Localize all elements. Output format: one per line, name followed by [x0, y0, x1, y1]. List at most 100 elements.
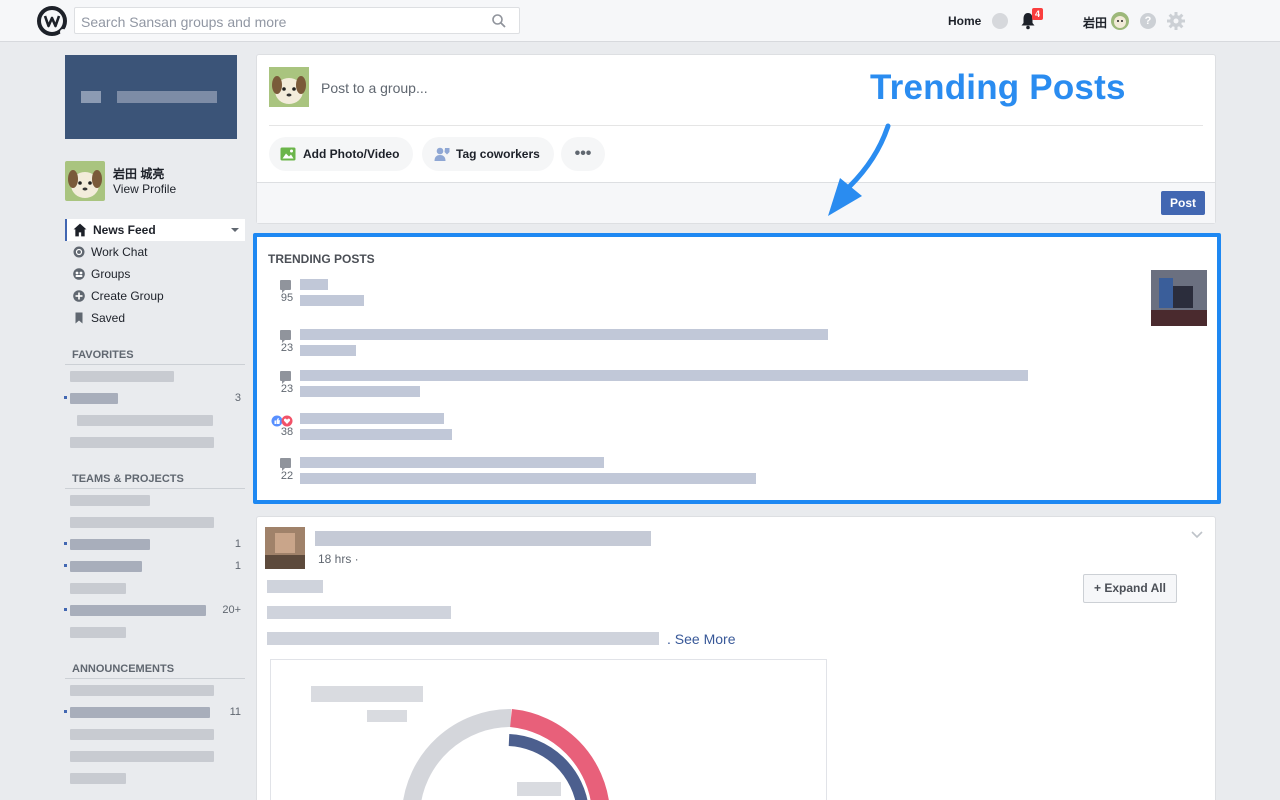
search-bar[interactable]: Search Sansan groups and more — [74, 7, 520, 34]
view-profile-link[interactable]: View Profile — [113, 182, 176, 196]
sidebar-item-label: Saved — [91, 311, 126, 325]
profile-summary[interactable]: 岩田 城亮 View Profile — [65, 161, 245, 207]
list-item[interactable] — [65, 365, 245, 387]
gear-icon[interactable] — [1167, 12, 1185, 30]
post-title-link[interactable] — [315, 531, 651, 546]
annotation-arrow-icon — [828, 123, 891, 216]
list-item[interactable]: 1 — [64, 533, 245, 555]
left-sidebar: 岩田 城亮 View Profile News Feed Work Chat G… — [64, 55, 245, 789]
comment-icon — [280, 280, 291, 293]
list-item[interactable] — [65, 723, 245, 745]
sidebar-item-work-chat[interactable]: Work Chat — [65, 241, 245, 263]
chat-icon[interactable] — [992, 13, 1008, 29]
reaction-count: 38 — [280, 426, 294, 438]
comment-icon — [280, 371, 291, 384]
list-item[interactable] — [65, 431, 245, 453]
list-item[interactable] — [65, 767, 245, 789]
chevron-down-icon[interactable] — [231, 228, 239, 232]
list-item[interactable]: 3 — [64, 387, 245, 409]
comment-icon — [280, 330, 291, 343]
annotation-label: Trending Posts — [870, 68, 1126, 107]
list-item[interactable]: 20+ — [64, 599, 245, 621]
list-item[interactable]: 11 — [64, 701, 245, 723]
photo-icon — [280, 147, 296, 161]
avatar[interactable] — [265, 527, 305, 569]
trending-post-row[interactable]: 23 — [268, 368, 1206, 400]
sidebar-item-groups[interactable]: Groups — [65, 263, 245, 285]
avatar[interactable] — [65, 161, 105, 201]
divider — [269, 125, 1203, 126]
composer-footer: Post — [257, 182, 1215, 223]
unread-count: 20+ — [222, 604, 241, 616]
sidebar-item-create-group[interactable]: Create Group — [65, 285, 245, 307]
post-text-line — [267, 606, 451, 619]
workplace-logo-icon[interactable] — [36, 5, 68, 37]
sidebar-item-label: Create Group — [91, 289, 164, 303]
avatar[interactable] — [1111, 12, 1129, 30]
more-icon: ••• — [574, 145, 592, 162]
comment-count: 95 — [280, 292, 294, 304]
comment-icon — [280, 458, 291, 471]
tag-coworkers-button[interactable]: Tag coworkers — [422, 137, 554, 171]
trending-post-row[interactable]: 22 — [268, 455, 1206, 487]
list-item[interactable] — [65, 745, 245, 767]
list-item[interactable] — [65, 511, 245, 533]
help-icon[interactable]: ? — [1140, 13, 1156, 29]
list-item[interactable] — [65, 577, 245, 599]
company-cover-image[interactable] — [65, 55, 237, 139]
sidebar-item-saved[interactable]: Saved — [65, 307, 245, 329]
trending-posts-panel: TRENDING POSTS 95 23 23 38 22 — [253, 233, 1221, 504]
trending-post-row[interactable]: 38 — [268, 411, 1206, 443]
chat-icon — [73, 246, 85, 258]
sidebar-item-label: News Feed — [93, 223, 156, 237]
comment-count: 23 — [280, 342, 294, 354]
announcements-header: ANNOUNCEMENTS — [65, 657, 245, 679]
more-options-button[interactable]: ••• — [561, 137, 605, 171]
chevron-down-icon[interactable] — [1191, 531, 1203, 539]
teams-projects-header: TEAMS & PROJECTS — [65, 467, 245, 489]
expand-all-button[interactable]: + Expand All — [1083, 574, 1177, 603]
sidebar-item-label: Groups — [91, 267, 131, 281]
comment-count: 23 — [280, 383, 294, 395]
groups-icon — [73, 268, 85, 280]
trending-post-row[interactable]: 95 — [268, 277, 1206, 309]
feed-post: 18 hrs · + Expand All . See More — [256, 516, 1216, 800]
list-item[interactable] — [65, 679, 245, 701]
unread-count: 1 — [234, 560, 241, 572]
profile-name[interactable]: 岩田 城亮 — [113, 165, 164, 182]
list-item[interactable]: 1 — [64, 555, 245, 577]
button-label: Add Photo/Video — [303, 147, 400, 161]
search-input[interactable]: Search Sansan groups and more — [81, 14, 286, 30]
post-timestamp[interactable]: 18 hrs · — [318, 552, 359, 566]
add-photo-video-button[interactable]: Add Photo/Video — [269, 137, 414, 171]
sidebar-item-news-feed[interactable]: News Feed — [65, 219, 245, 241]
home-link[interactable]: Home — [948, 14, 981, 28]
plus-icon — [73, 290, 85, 302]
trending-post-thumbnail[interactable] — [1151, 270, 1207, 326]
bookmark-icon — [75, 312, 83, 324]
button-label: Tag coworkers — [456, 147, 540, 161]
unread-count: 11 — [229, 706, 241, 718]
top-bar: Search Sansan groups and more Home 4 岩田 … — [0, 0, 1280, 42]
see-more-link[interactable]: . See More — [667, 631, 735, 647]
sidebar-item-label: Work Chat — [91, 245, 148, 259]
unread-count: 3 — [234, 392, 241, 404]
trending-posts-title: TRENDING POSTS — [268, 252, 375, 266]
unread-count: 1 — [234, 538, 241, 550]
post-attachment-image[interactable] — [270, 659, 827, 800]
sidebar-menu: News Feed Work Chat Groups Create Group … — [65, 219, 245, 329]
avatar[interactable] — [269, 67, 309, 107]
post-button[interactable]: Post — [1160, 191, 1205, 215]
list-item[interactable] — [65, 621, 245, 643]
post-input[interactable]: Post to a group... — [321, 80, 428, 96]
post-text-line — [267, 632, 659, 645]
search-icon[interactable] — [491, 13, 507, 29]
trending-post-row[interactable]: 23 — [268, 327, 1206, 359]
tag-person-icon — [434, 147, 450, 161]
list-item[interactable] — [65, 489, 245, 511]
post-text-line — [267, 580, 323, 593]
comment-count: 22 — [280, 470, 294, 482]
list-item[interactable] — [65, 409, 245, 431]
user-name-link[interactable]: 岩田 — [1083, 14, 1107, 31]
favorites-header: FAVORITES — [65, 343, 245, 365]
